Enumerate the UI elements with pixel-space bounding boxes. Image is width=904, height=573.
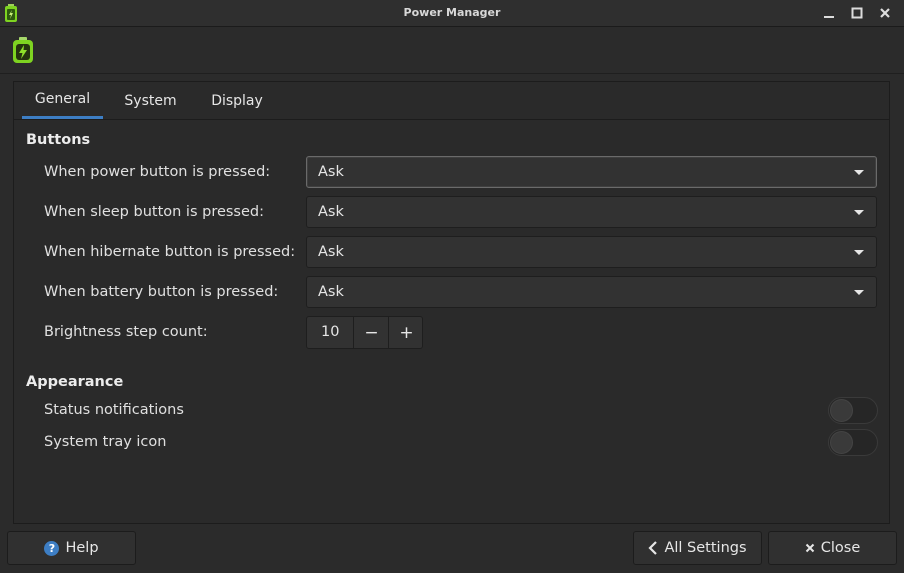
power-button-label: When power button is pressed:	[44, 164, 271, 180]
tab-system[interactable]: System	[113, 82, 188, 119]
section-title-buttons: Buttons	[26, 132, 91, 148]
maximize-button[interactable]	[846, 3, 868, 23]
title-bar: Power Manager	[0, 0, 904, 27]
hibernate-button-value: Ask	[318, 244, 344, 260]
decrement-button[interactable]: −	[353, 317, 389, 348]
all-settings-label: All Settings	[664, 540, 747, 556]
hibernate-button-select[interactable]: Ask	[306, 236, 877, 268]
brightness-step-stepper[interactable]: 10 − +	[306, 316, 423, 349]
all-settings-button[interactable]: All Settings	[633, 531, 762, 565]
maximize-icon	[851, 7, 863, 19]
sleep-button-label: When sleep button is pressed:	[44, 204, 264, 220]
power-button-select[interactable]: Ask	[306, 156, 877, 188]
help-button[interactable]: ? Help	[7, 531, 136, 565]
chevron-down-icon	[854, 290, 864, 295]
chevron-down-icon	[854, 250, 864, 255]
close-window-button[interactable]	[874, 3, 896, 23]
toggle-knob	[830, 431, 853, 454]
battery-button-value: Ask	[318, 284, 344, 300]
close-label: Close	[820, 540, 861, 556]
status-notifications-label: Status notifications	[44, 402, 184, 418]
hibernate-button-label: When hibernate button is pressed:	[44, 244, 296, 260]
tab-display[interactable]: Display	[199, 82, 275, 119]
minimize-icon	[824, 16, 834, 18]
tab-bar: General System Display	[14, 82, 889, 120]
close-button[interactable]: Close	[768, 531, 897, 565]
section-title-appearance: Appearance	[26, 374, 124, 390]
chevron-down-icon	[854, 210, 864, 215]
sleep-button-select[interactable]: Ask	[306, 196, 877, 228]
close-icon	[805, 543, 814, 553]
power-button-value: Ask	[318, 164, 344, 180]
system-tray-icon-label: System tray icon	[44, 434, 167, 450]
battery-button-label: When battery button is pressed:	[44, 284, 279, 300]
header-bar	[0, 27, 904, 74]
window-title: Power Manager	[403, 6, 501, 19]
increment-button[interactable]: +	[388, 317, 424, 348]
sleep-button-value: Ask	[318, 204, 344, 220]
system-tray-icon-toggle[interactable]	[828, 429, 878, 456]
chevron-left-icon	[648, 541, 658, 555]
help-label: Help	[65, 540, 99, 556]
settings-panel: General System Display Buttons When powe…	[13, 81, 890, 524]
battery-button-select[interactable]: Ask	[306, 276, 877, 308]
minimize-button[interactable]	[818, 3, 840, 23]
brightness-step-value[interactable]: 10	[321, 324, 339, 340]
help-icon: ?	[44, 540, 60, 556]
power-manager-icon	[13, 37, 33, 63]
status-notifications-toggle[interactable]	[828, 397, 878, 424]
toggle-knob	[830, 399, 853, 422]
close-icon	[880, 8, 890, 18]
brightness-step-label: Brightness step count:	[44, 324, 208, 340]
tab-general[interactable]: General	[22, 82, 103, 119]
chevron-down-icon	[854, 170, 864, 175]
